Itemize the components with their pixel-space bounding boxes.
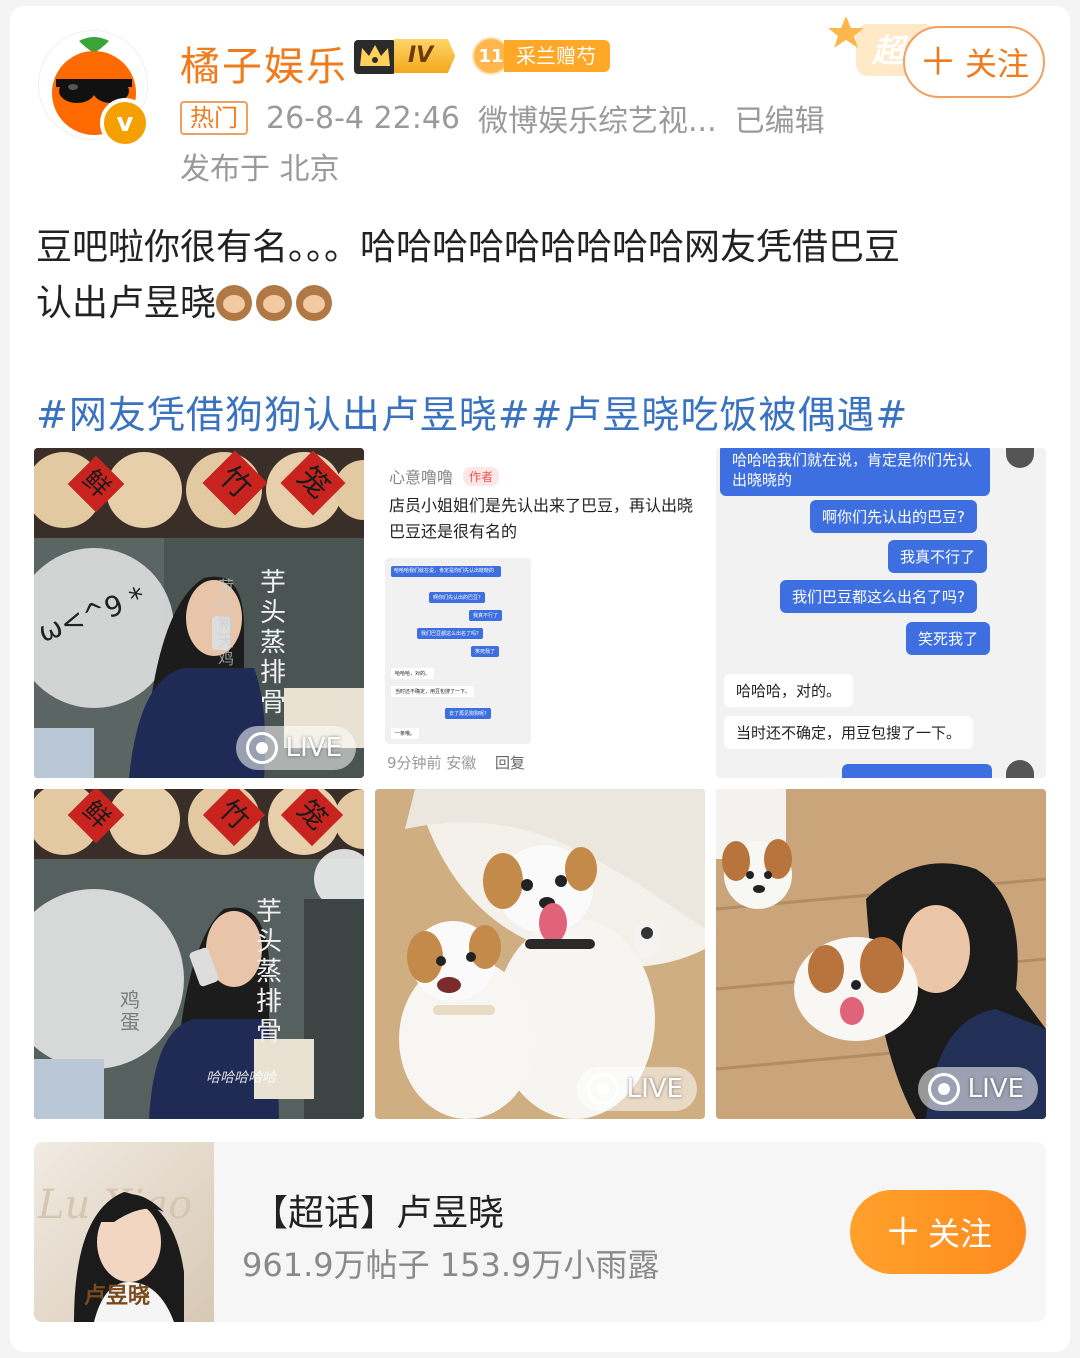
comment-reply[interactable]: 回复 [495, 752, 525, 773]
live-icon [927, 1073, 960, 1105]
username[interactable]: 橘子娱乐 [180, 34, 348, 92]
live-label: LIVE [626, 1074, 683, 1104]
post-timestamp: 26-8-4 22:46 [266, 100, 460, 136]
chat-bubble-left: 哈哈哈，对的。 [724, 674, 854, 707]
chat-bubble-right: 哈哈哈我们就在说，肯定是你们先认出晓晓的 [720, 448, 990, 496]
crown-icon [354, 40, 396, 74]
level-text: IV [394, 39, 456, 73]
author-tag: 作者 [463, 466, 500, 486]
post-body: 豆吧啦你很有名。。。哈哈哈哈哈哈哈哈哈网友凭借巴豆 认出卢昱晓 [36, 220, 1046, 332]
live-label: LIVE [285, 733, 342, 763]
comment-user: 心意噜噜 作者 [389, 464, 500, 488]
follow-button[interactable]: ＋ 关注 [903, 26, 1045, 98]
monkey-emoji-icon [216, 285, 253, 321]
post-text-line2-wrap: 认出卢昱晓 [36, 276, 1046, 332]
comment-username: 心意噜噜 [389, 468, 454, 487]
comment-line1: 店员小姐姐们是先认出来了巴豆，再认出晓 [389, 496, 694, 515]
chat-bubble-right: 我真不行了 [888, 540, 988, 573]
live-label: LIVE [967, 1074, 1024, 1104]
monkey-emoji-icon [296, 285, 333, 321]
mini-chat-screenshot: 哈哈哈我们就在说，肯定是你们先认出晓晓的 啊你们先认出的巴豆? 我真不行了 我们… [385, 558, 531, 744]
side-text: 鸡蛋 [120, 988, 140, 1034]
chat-bubble-right: 我们巴豆都这么出名了吗? [780, 580, 977, 613]
mini-chat-bubble: 哈哈哈我们就在说，肯定是你们先认出晓晓的 [391, 566, 501, 577]
mini-chat-bubble: 我们巴豆都这么出名了吗? [417, 628, 483, 639]
photo-caption: 哈哈哈哈哈 [206, 1070, 276, 1086]
live-badge[interactable]: LIVE [576, 1067, 697, 1111]
mini-chat-bubble: 一条哦。 [391, 728, 420, 739]
topic-title[interactable]: 【超话】卢昱晓 [252, 1184, 504, 1236]
mini-chat-bubble: 去了再见狗狗呢? [445, 708, 491, 719]
post-text-line1: 豆吧啦你很有名。。。哈哈哈哈哈哈哈哈哈网友凭借巴豆 [36, 227, 901, 268]
super-text: 超 [872, 32, 905, 70]
member-level-badge[interactable]: IV [352, 36, 456, 76]
photo-tile-3[interactable]: 哈哈哈我们就在说，肯定是你们先认出晓晓的 啊你们先认出的巴豆? 我真不行了 我们… [716, 448, 1046, 778]
comment-line2: 巴豆还是很有名的 [389, 522, 518, 541]
side-text: 荷叶新天鸡 [218, 577, 235, 668]
post-meta: 热门 26-8-4 22:46 微博娱乐综艺视... 已编辑 [180, 96, 825, 140]
edited-label[interactable]: 已编辑 [735, 96, 825, 140]
chat-bubble-partial [842, 764, 992, 778]
mini-chat-bubble: 哈哈哈，对的。 [391, 668, 435, 679]
comment-time-place: 9分钟前 安徽 [387, 754, 477, 772]
post-text-line2: 认出卢昱晓 [36, 283, 217, 324]
thumb-name: 卢昱晓 [84, 1284, 151, 1309]
menu-text: 芋头蒸排骨 [260, 568, 287, 718]
chat-avatar [1006, 448, 1034, 468]
live-badge[interactable]: LIVE [235, 726, 356, 770]
live-icon [586, 1073, 619, 1105]
monkey-emoji-icon [256, 285, 293, 321]
mini-chat-bubble: 我真不行了 [469, 610, 503, 621]
menu-text: 芋头蒸排骨 [256, 897, 283, 1047]
photo-tile-2[interactable]: 心意噜噜 作者 店员小姐姐们是先认出来了巴豆，再认出晓 巴豆还是很有名的 哈哈哈… [375, 448, 705, 778]
chat-bubble-right: 笑死我了 [906, 622, 991, 655]
verified-badge-icon: v [100, 98, 150, 148]
hashtag-links[interactable]: #网友凭借狗狗认出卢昱晓##卢昱晓吃饭被偶遇# [36, 384, 908, 439]
plus-icon: ＋ [918, 40, 957, 84]
post-source[interactable]: 微博娱乐综艺视... [478, 96, 717, 140]
topic-follow-button[interactable]: ＋ 关注 [850, 1190, 1026, 1274]
plus-icon: ＋ [883, 1210, 922, 1254]
photo-tile-4[interactable]: 鲜 竹 笼 芋头蒸排骨 鸡蛋 哈哈哈哈哈 [34, 789, 364, 1119]
follow-label: 关注 [965, 45, 1030, 83]
photo-tile-6[interactable]: LIVE [716, 789, 1046, 1119]
chat-bubble-left: 当时还不确定，用豆包搜了一下。 [724, 716, 974, 749]
topic-stats: 961.9万帖子 153.9万小雨露 [242, 1246, 660, 1284]
hot-tag: 热门 [180, 101, 248, 135]
live-badge[interactable]: LIVE [917, 1067, 1038, 1111]
live-icon [245, 732, 278, 764]
super-topic-card[interactable]: Lu Xiao 卢昱晓 【超话】卢昱晓 961.9万帖子 153.9万小雨露 ＋… [34, 1142, 1046, 1322]
chat-bubble-right: 啊你们先认出的巴豆? [810, 500, 977, 533]
topic-follow-label: 关注 [928, 1215, 993, 1253]
mini-chat-bubble: 当时还不确定，用豆包搜了一下。 [391, 686, 475, 697]
photo-tile-5[interactable]: LIVE [375, 789, 705, 1119]
fan-badge[interactable]: 11 采兰赠芍 [472, 36, 610, 76]
chat-avatar-bottom [1006, 760, 1034, 778]
post-location: 发布于 北京 [180, 152, 340, 187]
mini-chat-bubble: 笑死我了 [471, 646, 500, 657]
mini-chat-bubble: 啊你们先认出的巴豆? [429, 592, 485, 603]
topic-thumbnail: Lu Xiao 卢昱晓 [34, 1142, 214, 1322]
photo-tile-1[interactable]: 鲜 竹 笼 芋头蒸排骨 荷叶新天鸡 ω<^9 * LIVE [34, 448, 364, 778]
fan-badge-text: 采兰赠芍 [504, 40, 610, 72]
